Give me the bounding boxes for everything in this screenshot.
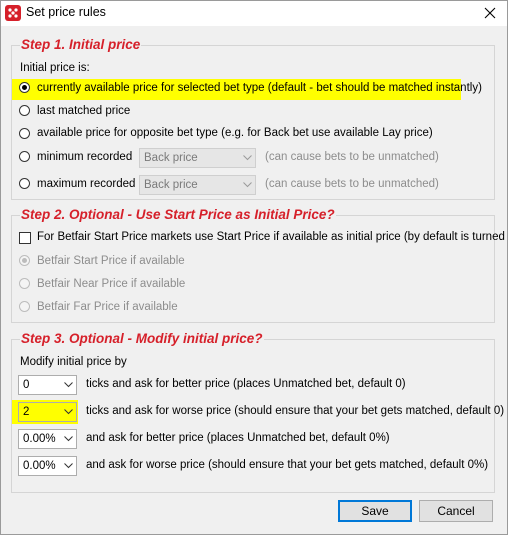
cancel-button[interactable]: Cancel — [419, 500, 493, 522]
chevron-down-icon — [64, 409, 73, 415]
start-price-checkbox[interactable] — [19, 232, 31, 244]
chevron-down-icon — [243, 155, 252, 161]
radio-minimum[interactable] — [19, 151, 30, 162]
maximum-price-value: Back price — [144, 179, 198, 191]
minimum-price-value: Back price — [144, 152, 198, 164]
chevron-down-icon — [64, 436, 73, 442]
window-title: Set price rules — [26, 5, 106, 19]
radio-last-matched[interactable] — [19, 105, 30, 116]
better-percent-label: and ask for better price (places Unmatch… — [86, 432, 390, 444]
maximum-price-select[interactable]: Back price — [139, 175, 256, 195]
title-bar: Set price rules — [0, 0, 508, 26]
chevron-down-icon — [243, 182, 252, 188]
radio-current-price-label[interactable]: currently available price for selected b… — [37, 82, 482, 94]
worse-ticks-select[interactable]: 2 — [18, 402, 77, 422]
radio-current-price[interactable] — [19, 82, 30, 93]
chevron-down-icon — [64, 382, 73, 388]
save-button[interactable]: Save — [338, 500, 412, 522]
app-icon — [5, 5, 21, 21]
radio-opposite-bet-label[interactable]: available price for opposite bet type (e… — [37, 127, 433, 139]
minimum-price-select[interactable]: Back price — [139, 148, 256, 168]
better-ticks-label: ticks and ask for better price (places U… — [86, 378, 406, 390]
better-ticks-value: 0 — [23, 379, 30, 391]
radio-bsp-near-label[interactable]: Betfair Near Price if available — [37, 278, 185, 290]
radio-minimum-label[interactable]: minimum recorded — [37, 151, 132, 163]
radio-bsp-start-label[interactable]: Betfair Start Price if available — [37, 255, 185, 267]
step2-title: Step 2. Optional - Use Start Price as In… — [20, 207, 336, 222]
radio-opposite-bet[interactable] — [19, 128, 30, 139]
chevron-down-icon — [64, 463, 73, 469]
radio-maximum-label[interactable]: maximum recorded — [37, 178, 135, 190]
modify-price-label: Modify initial price by — [20, 356, 127, 368]
worse-ticks-label: ticks and ask for worse price (should en… — [86, 405, 505, 417]
better-ticks-select[interactable]: 0 — [18, 375, 77, 395]
radio-bsp-near[interactable] — [19, 278, 30, 289]
worse-percent-label: and ask for worse price (should ensure t… — [86, 459, 489, 471]
radio-bsp-far-label[interactable]: Betfair Far Price if available — [37, 301, 178, 313]
start-price-checkbox-label[interactable]: For Betfair Start Price markets use Star… — [37, 231, 508, 243]
close-button[interactable] — [472, 0, 508, 26]
radio-bsp-far[interactable] — [19, 301, 30, 312]
initial-price-label: Initial price is: — [20, 62, 90, 74]
radio-maximum[interactable] — [19, 178, 30, 189]
better-percent-value: 0.00% — [23, 433, 56, 445]
radio-bsp-start[interactable] — [19, 255, 30, 266]
step1-title: Step 1. Initial price — [20, 37, 142, 52]
worse-percent-select[interactable]: 0.00% — [18, 456, 77, 476]
close-icon — [484, 7, 496, 19]
maximum-hint: (can cause bets to be unmatched) — [265, 178, 439, 190]
worse-percent-value: 0.00% — [23, 460, 56, 472]
radio-last-matched-label[interactable]: last matched price — [37, 105, 130, 117]
worse-ticks-value: 2 — [23, 406, 30, 418]
minimum-hint: (can cause bets to be unmatched) — [265, 151, 439, 163]
step3-title: Step 3. Optional - Modify initial price? — [20, 331, 264, 346]
better-percent-select[interactable]: 0.00% — [18, 429, 77, 449]
